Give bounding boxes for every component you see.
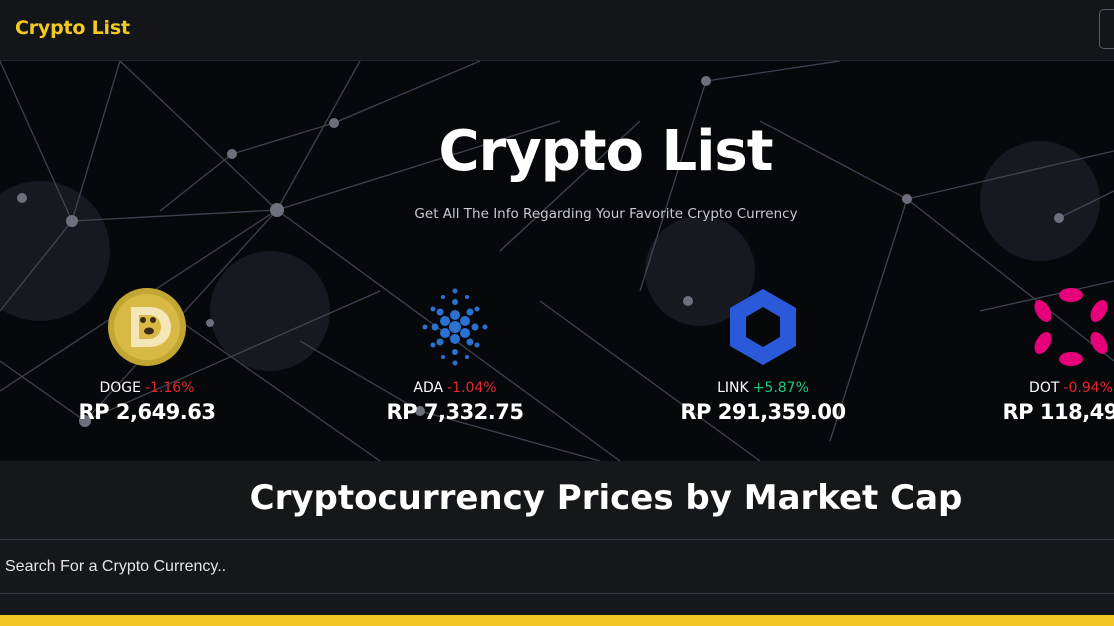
search-bar — [0, 539, 1114, 594]
coin-card-dot[interactable]: DOT-0.94% RP 118,499. — [951, 287, 1114, 424]
coin-change: -0.94% — [1063, 380, 1113, 396]
hero-banner: Crypto List Get All The Info Regarding Y… — [0, 61, 1114, 461]
coin-card-ada[interactable]: ADA -1.04% RP 7,332.75 — [335, 287, 575, 424]
market-cap-title: Cryptocurrency Prices by Market Cap — [249, 478, 963, 518]
currency-select-button[interactable] — [1099, 9, 1114, 49]
navbar: Crypto List — [0, 0, 1114, 61]
coin-price: RP 7,332.75 — [386, 400, 525, 424]
dogecoin-icon — [108, 288, 186, 366]
coin-price: RP 118,499. — [1002, 400, 1114, 424]
coin-price: RP 291,359.00 — [680, 400, 846, 424]
chainlink-icon — [730, 289, 796, 365]
coin-symbol: LINK — [717, 380, 749, 396]
coin-change: +5.87% — [752, 380, 809, 396]
search-input[interactable] — [0, 540, 1114, 593]
hero-subtitle: Get All The Info Regarding Your Favorite… — [414, 206, 798, 222]
brand-logo[interactable]: Crypto List — [15, 17, 130, 39]
coin-card-doge[interactable]: DOGE -1.16% RP 2,649.63 — [27, 287, 267, 424]
polkadot-icon — [1034, 288, 1108, 366]
coin-card-link[interactable]: LINK +5.87% RP 291,359.00 — [643, 287, 883, 424]
cardano-icon — [422, 288, 488, 366]
coin-price: RP 2,649.63 — [78, 400, 217, 424]
hero-title: Crypto List — [438, 119, 773, 184]
table-header-bar — [0, 615, 1114, 626]
coin-symbol: DOGE — [99, 380, 141, 396]
coin-symbol: ADA — [413, 380, 444, 396]
coin-symbol: DOT — [1029, 380, 1060, 396]
coin-change: -1.16% — [144, 380, 195, 396]
coin-change: -1.04% — [447, 380, 497, 396]
